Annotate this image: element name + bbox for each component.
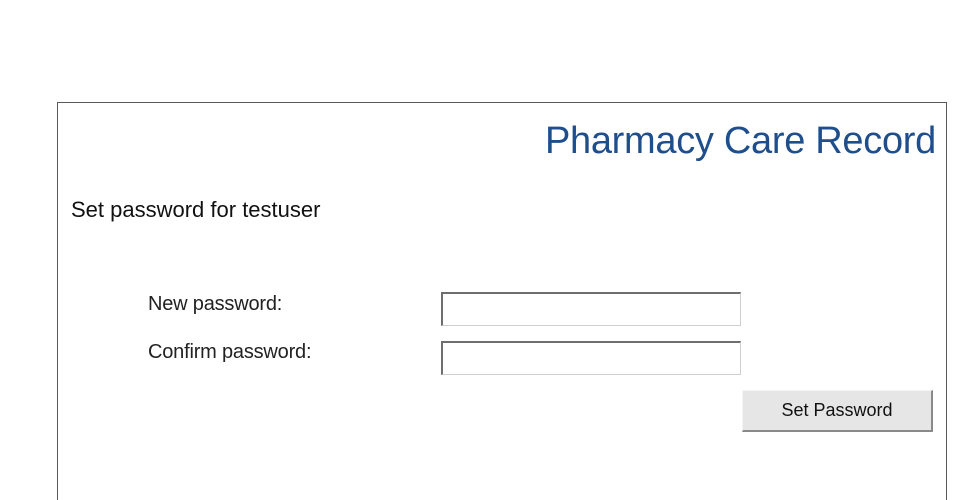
confirm-password-label: Confirm password:	[148, 341, 312, 363]
set-password-button[interactable]: Set Password	[742, 390, 933, 432]
page: Pharmacy Care Record Set password for te…	[0, 0, 973, 500]
new-password-field[interactable]	[441, 292, 741, 326]
form-heading: Set password for testuser	[71, 197, 321, 222]
new-password-label: New password:	[148, 293, 283, 315]
app-title: Pharmacy Care Record	[544, 120, 936, 162]
confirm-password-field[interactable]	[441, 341, 741, 375]
